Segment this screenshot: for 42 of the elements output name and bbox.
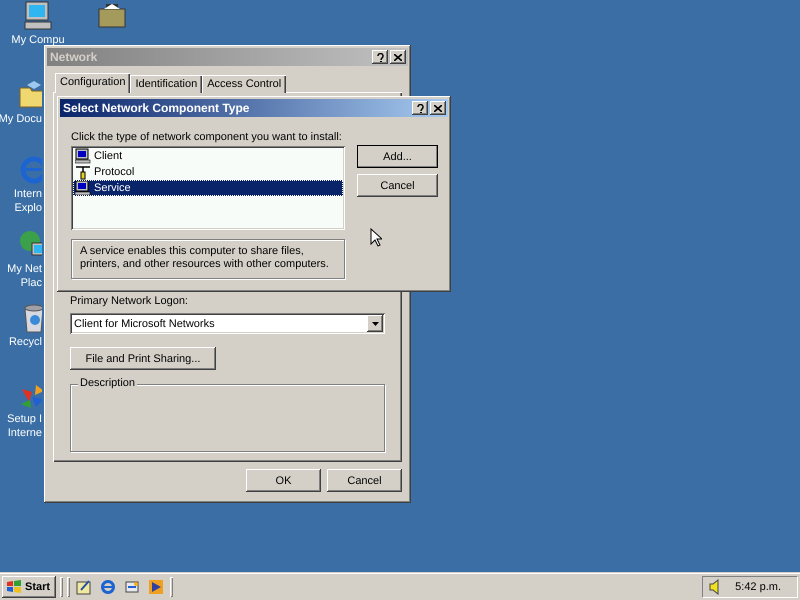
desktop-icon-label: Intern (14, 188, 42, 200)
logon-dropdown[interactable]: Client for Microsoft Networks (70, 313, 385, 334)
tab[interactable]: Identification (130, 75, 202, 93)
desktop-icon-label: Explo (14, 202, 42, 214)
desktop-icon-label: Plac (20, 277, 42, 289)
windows-flag-icon (6, 580, 22, 594)
help-button[interactable] (412, 101, 428, 115)
logon-label: Primary Network Logon: (70, 295, 189, 307)
start-button[interactable]: Start (2, 576, 56, 598)
tab[interactable]: Configuration (55, 73, 130, 93)
cursor-icon (370, 228, 382, 247)
help-button[interactable] (372, 50, 388, 64)
desktop-icon-label: My Compu (11, 34, 65, 46)
list-item[interactable]: Protocol (73, 164, 343, 180)
close-button[interactable] (430, 101, 446, 115)
dialog-button[interactable]: OK (246, 469, 321, 492)
computer-icon (75, 148, 91, 164)
window-title: Select Network Component Type (63, 101, 250, 115)
close-icon (394, 54, 402, 60)
desktop-icon-label: Interne (8, 427, 42, 439)
help-icon (416, 104, 424, 112)
computer-icon (75, 180, 91, 196)
dialog-button[interactable]: Cancel (327, 469, 402, 492)
list-item[interactable]: Client (73, 148, 343, 164)
prompt-text: Click the type of network component you want to install: (71, 131, 343, 143)
window-title: Network (50, 50, 98, 64)
desktop-icon-label: Recycl (8, 336, 42, 348)
help-icon (376, 52, 384, 62)
dialog-button[interactable]: Add... (357, 145, 438, 168)
group-title: Description (78, 377, 138, 389)
file-and-print-sharing-button[interactable]: File and Print Sharing... (70, 347, 216, 370)
plug-icon (75, 164, 91, 180)
close-button[interactable] (390, 50, 406, 64)
desktop-icon-label: My Net (7, 263, 42, 275)
computer-icon[interactable] (22, 0, 54, 32)
tab[interactable]: Access Control (202, 75, 286, 93)
clock: 5:42 p.m. (735, 581, 781, 593)
desktop-icon-label: Setup I (7, 413, 42, 425)
list-item[interactable]: Service (73, 180, 343, 196)
description-text: A service enables this computer to share files, printers, and other resources with other computers. (71, 239, 345, 279)
close-icon (434, 104, 442, 112)
dialog-button[interactable]: Cancel (357, 174, 438, 197)
